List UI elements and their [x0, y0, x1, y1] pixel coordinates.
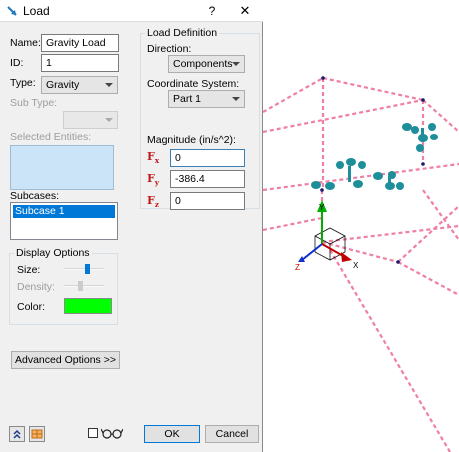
chevron-down-icon — [105, 83, 113, 87]
fx-label: Fx — [147, 150, 159, 166]
close-button[interactable]: ✕ — [236, 2, 254, 20]
fx-input[interactable]: 0 — [170, 149, 245, 167]
fz-input[interactable]: 0 — [170, 192, 245, 210]
density-slider-thumb — [78, 281, 83, 291]
subcases-list[interactable]: Subcase 1 — [10, 202, 118, 240]
density-slider-track — [64, 285, 104, 287]
name-input[interactable]: Gravity Load — [41, 34, 119, 52]
fy-input[interactable]: -386.4 — [170, 170, 245, 188]
name-label: Name: — [10, 37, 41, 49]
selected-entities-box[interactable] — [10, 145, 114, 190]
magnitude-label: Magnitude (in/s^2): — [147, 134, 236, 146]
id-input[interactable]: 1 — [41, 54, 119, 72]
axis-y-label: Y — [319, 203, 325, 212]
collapse-icon — [13, 429, 21, 439]
subtype-dropdown — [63, 111, 118, 129]
chevron-down-icon — [232, 97, 240, 101]
collapse-button[interactable] — [9, 426, 25, 442]
axis-z-label: Z — [295, 263, 300, 272]
chevron-down-icon — [105, 118, 113, 122]
size-slider-thumb[interactable] — [85, 264, 90, 274]
axis-x-label: X — [353, 261, 359, 270]
preview-checkbox[interactable] — [88, 428, 98, 438]
color-swatch[interactable] — [64, 298, 112, 314]
coord-system-label: Coordinate System: — [147, 78, 240, 90]
load-arrows — [311, 123, 438, 190]
direction-label: Direction: — [147, 43, 192, 55]
selected-entities-label: Selected Entities: — [10, 131, 92, 143]
id-label: ID: — [10, 57, 24, 69]
ok-button[interactable]: OK — [144, 425, 200, 443]
advanced-options-button[interactable]: Advanced Options >> — [11, 351, 120, 369]
list-item[interactable]: Subcase 1 — [13, 205, 115, 218]
type-dropdown[interactable]: Gravity — [41, 76, 118, 94]
dialog-title: Load — [23, 4, 50, 18]
help-button[interactable]: ? — [204, 2, 220, 20]
direction-dropdown[interactable]: Components — [168, 55, 245, 73]
table-icon — [31, 429, 43, 439]
display-options-title: Display Options — [14, 247, 92, 259]
load-definition-title: Load Definition — [145, 27, 220, 39]
color-label: Color: — [17, 301, 46, 313]
fz-label: Fz — [147, 194, 159, 210]
chevron-down-icon — [232, 62, 240, 66]
load-dialog: Load ? ✕ Name: Gravity Load ID: 1 Type: … — [0, 0, 263, 452]
type-dropdown-value: Gravity — [46, 79, 80, 91]
type-label: Type: — [10, 77, 36, 89]
fy-label: Fy — [147, 172, 159, 188]
direction-dropdown-value: Components — [173, 58, 233, 70]
mesh-lines — [262, 76, 459, 452]
density-label: Density: — [17, 281, 55, 293]
size-label: Size: — [17, 264, 41, 276]
size-slider-track[interactable] — [64, 268, 104, 270]
table-button[interactable] — [29, 426, 45, 442]
glasses-icon — [101, 428, 123, 439]
axis-triad: Y X Z — [295, 200, 359, 272]
load-icon — [7, 6, 17, 16]
subcases-label: Subcases: — [10, 190, 60, 202]
coord-system-dropdown[interactable]: Part 1 — [168, 90, 245, 108]
dialog-titlebar[interactable]: Load ? ✕ — [0, 0, 263, 22]
cancel-button[interactable]: Cancel — [205, 425, 259, 443]
coord-system-dropdown-value: Part 1 — [173, 93, 202, 105]
subtype-label: Sub Type: — [10, 97, 58, 109]
